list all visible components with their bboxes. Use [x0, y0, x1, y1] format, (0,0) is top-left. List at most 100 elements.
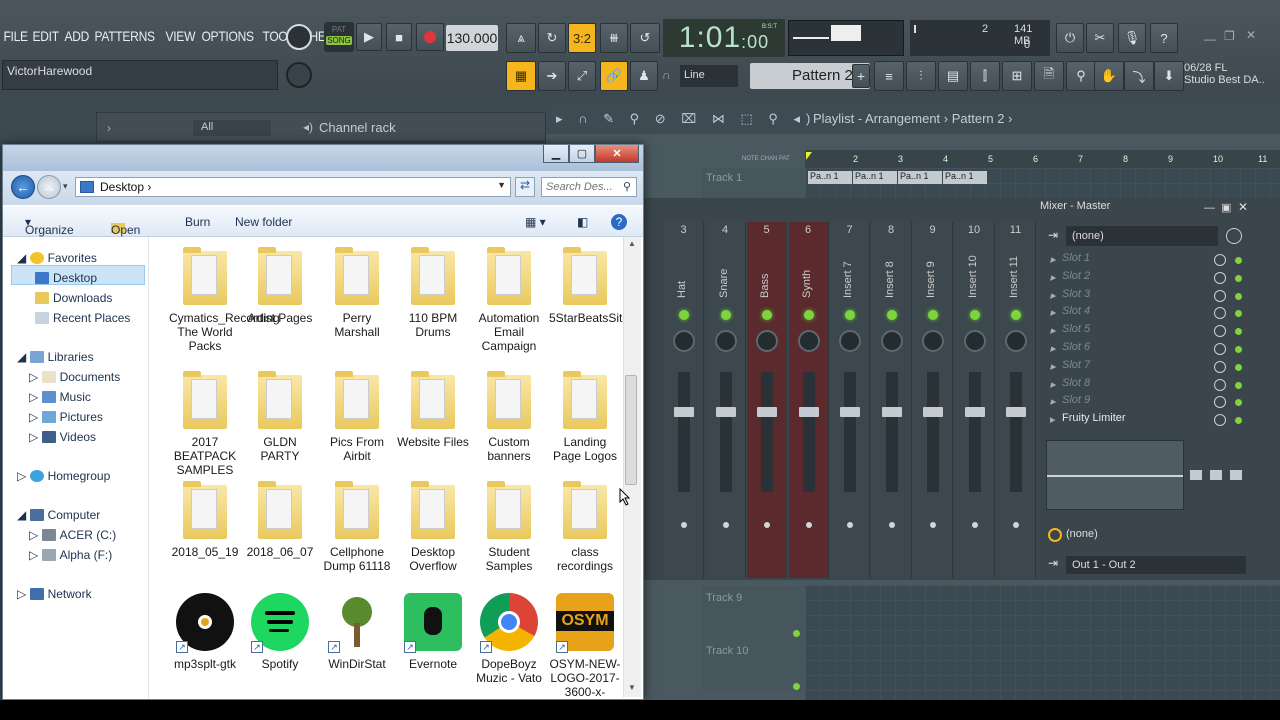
- pattern-clip[interactable]: Pa..n 1: [898, 171, 942, 184]
- track-enable-led-icon[interactable]: [845, 310, 855, 320]
- volume-fader[interactable]: [678, 372, 690, 492]
- burn-button[interactable]: Burn: [185, 215, 210, 229]
- track-header-1[interactable]: Track 1: [702, 168, 804, 198]
- pan-knob[interactable]: [880, 330, 903, 352]
- recent-pages-icon[interactable]: ▾: [63, 181, 68, 192]
- browser-button[interactable]: ⊞: [1002, 61, 1032, 91]
- playlist-tools[interactable]: ▸ ∩ ✎ ⚲ ⊘ ⌧ ⋈ ⬚ ⚲ ◂): [556, 111, 816, 127]
- piano-roll-button[interactable]: ⫶: [906, 61, 936, 91]
- scroll-up-icon[interactable]: ▲: [628, 239, 636, 248]
- slot-enable-led-icon[interactable]: [1235, 310, 1242, 318]
- slot-enable-led-icon[interactable]: [1235, 274, 1242, 282]
- effect-slot[interactable]: ▸ Slot 8: [1048, 377, 1248, 394]
- mixer-track-6[interactable]: 6 Synth: [788, 222, 829, 578]
- project-button[interactable]: 🗎: [1034, 61, 1064, 91]
- mic-button[interactable]: 🎙: [1118, 23, 1146, 53]
- explorer-close-icon[interactable]: ✕: [595, 145, 639, 163]
- folder-item[interactable]: 2018_05_19: [169, 479, 241, 559]
- track-enable-led-icon[interactable]: [969, 310, 980, 320]
- eq-display[interactable]: [1046, 440, 1184, 510]
- volume-fader[interactable]: [1010, 372, 1022, 492]
- track-led-icon[interactable]: [793, 683, 800, 690]
- metronome-button[interactable]: ⩓: [506, 23, 536, 53]
- track-header-9[interactable]: Track 9: [702, 586, 804, 638]
- pattern-clip[interactable]: Pa..n 1: [943, 171, 987, 184]
- mix-level-knob[interactable]: [1214, 307, 1226, 320]
- mixer-track-5[interactable]: 5 Bass: [747, 222, 787, 578]
- pan-knob[interactable]: [922, 330, 944, 352]
- folder-item[interactable]: Cellphone Dump 61118: [321, 479, 393, 573]
- fader-cap[interactable]: [674, 407, 694, 417]
- input-select[interactable]: (none): [1066, 226, 1218, 246]
- address-dropdown-icon[interactable]: ▼: [497, 180, 506, 190]
- nav-music[interactable]: ▷ Music: [29, 388, 91, 406]
- menu-file[interactable]: FILE: [0, 22, 30, 52]
- pan-knob[interactable]: [673, 330, 695, 352]
- mix-level-knob[interactable]: [1214, 325, 1226, 338]
- arrow-icon[interactable]: ›: [107, 121, 111, 135]
- slot-enable-led-icon[interactable]: [1235, 292, 1242, 300]
- back-button[interactable]: ←: [11, 175, 35, 199]
- route-dot-icon[interactable]: [888, 522, 895, 528]
- sidechain-clock-icon[interactable]: [1048, 528, 1062, 542]
- snap-arrow-button[interactable]: ➔: [538, 61, 566, 91]
- pan-knob[interactable]: [797, 330, 820, 352]
- nav-homegroup[interactable]: ▷ Homegroup: [17, 467, 110, 485]
- volume-fader[interactable]: [719, 372, 732, 492]
- pan-knob[interactable]: [756, 330, 778, 352]
- explorer-titlebar[interactable]: ▁ ▢ ✕: [3, 145, 643, 171]
- slot-enable-led-icon[interactable]: [1235, 381, 1242, 389]
- folder-item[interactable]: Artist Pages: [244, 245, 316, 325]
- shortcut-item[interactable]: ↗ Spotify: [244, 593, 316, 671]
- pan-knob[interactable]: [1005, 330, 1027, 352]
- shortcut-item[interactable]: ↗ Evernote: [397, 593, 469, 671]
- track-enable-led-icon[interactable]: [1011, 310, 1021, 320]
- mix-level-knob[interactable]: [1214, 414, 1226, 427]
- window-restore-icon[interactable]: ❐: [1224, 29, 1235, 43]
- volume-fader[interactable]: [802, 372, 815, 492]
- add-pattern-button[interactable]: +: [852, 64, 870, 88]
- shortcut-item[interactable]: ↗ WinDirStat: [321, 593, 393, 671]
- menu-edit[interactable]: EDIT: [29, 22, 61, 52]
- volume-fader[interactable]: [885, 372, 898, 492]
- eq-fader[interactable]: [1210, 470, 1222, 480]
- help-button[interactable]: ?: [1150, 23, 1178, 53]
- master-pitch-knob[interactable]: [286, 62, 312, 88]
- folder-item[interactable]: class recordings: [549, 479, 621, 573]
- mixer-patch-button[interactable]: ⤵: [1124, 61, 1154, 91]
- wait-record-button[interactable]: ↻: [538, 23, 566, 53]
- stamp-button[interactable]: ♟: [630, 61, 658, 91]
- slot-enable-led-icon[interactable]: [1235, 257, 1242, 264]
- folder-item[interactable]: Cymatics_Recording The World Packs: [169, 245, 280, 353]
- mix-level-knob[interactable]: [1214, 378, 1226, 391]
- route-dot-icon[interactable]: [1013, 522, 1019, 528]
- folder-item[interactable]: Pics From Airbit: [321, 369, 393, 463]
- scroll-down-icon[interactable]: ▼: [628, 683, 636, 692]
- fader-cap[interactable]: [923, 407, 943, 417]
- fader-cap[interactable]: [798, 407, 819, 417]
- folder-item[interactable]: Student Samples: [473, 479, 545, 573]
- nav-downloads[interactable]: Downloads: [35, 289, 112, 307]
- menu-view[interactable]: VIEW: [162, 22, 198, 52]
- download-button[interactable]: ⬇: [1154, 61, 1184, 91]
- piano-keyboard-button[interactable]: ▦: [506, 61, 536, 91]
- playlist-button[interactable]: ≡: [874, 61, 904, 91]
- pan-knob[interactable]: [963, 330, 986, 352]
- link-button[interactable]: 🔗: [600, 61, 628, 91]
- menu-patterns[interactable]: PATTERNS: [91, 22, 157, 52]
- input-clock-icon[interactable]: [1226, 228, 1242, 244]
- timeline-ruler[interactable]: 2 3 4 5 6 7 8 9 10 11: [805, 150, 1280, 168]
- touch-controller-button[interactable]: ✋: [1094, 61, 1124, 91]
- explorer-maximize-icon[interactable]: ▢: [569, 145, 595, 163]
- folder-item[interactable]: GLDN PARTY: [244, 369, 316, 463]
- shortcut-item[interactable]: OSYM ↗ OSYM-NEW-LOGO-2017-3600-x-: [549, 593, 621, 699]
- nav-recent[interactable]: Recent Places: [35, 309, 130, 327]
- cut-tools-button[interactable]: ✂: [1086, 23, 1114, 53]
- countdown-button[interactable]: 3:2: [568, 23, 596, 53]
- folder-item[interactable]: Landing Page Logos: [549, 369, 621, 463]
- loop-record-button[interactable]: ↺: [630, 23, 660, 53]
- folder-item[interactable]: Automation Email Campaign: [473, 245, 545, 353]
- effect-slot[interactable]: ▸ Slot 9: [1048, 394, 1248, 411]
- fader-cap[interactable]: [964, 407, 985, 417]
- record-button[interactable]: [416, 23, 444, 51]
